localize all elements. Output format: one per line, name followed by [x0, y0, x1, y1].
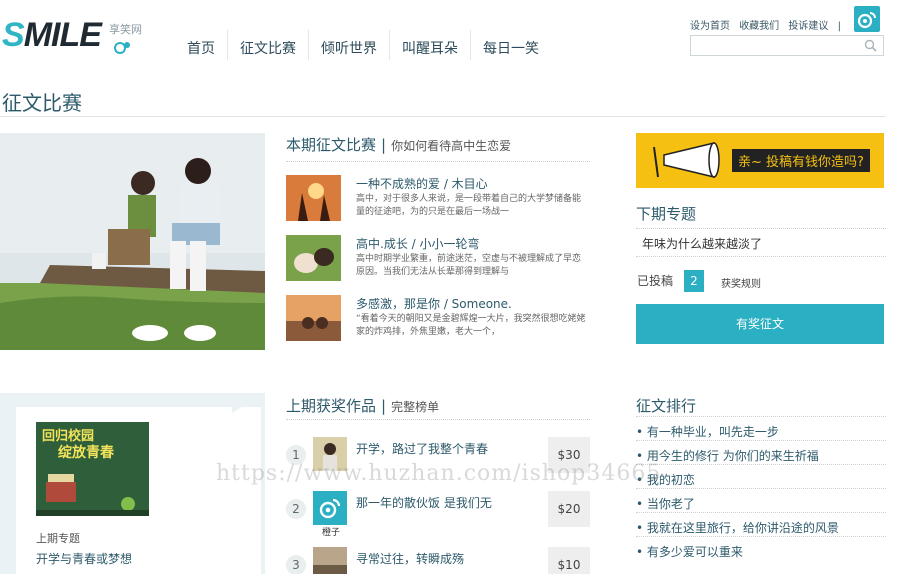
nav-daily[interactable]: 每日一笑 — [470, 30, 551, 60]
winner-title[interactable]: 开学，路过了我整个青春 — [356, 440, 488, 457]
ranking-item[interactable]: • 我的初恋 — [636, 464, 886, 488]
story-excerpt: 高中，对于很多人来说，是一段带着自己的大学梦储备能量的征途吧，为的只是在最后一场… — [356, 194, 582, 217]
submission-banner[interactable]: 亲~ 投稿有钱你造吗? — [636, 133, 884, 188]
story-item[interactable]: 一种不成熟的爱 / 木目心 高中，对于很多人来说，是一段带着自己的大学梦储备能量… — [286, 175, 586, 223]
logo-wordmark: SMILE — [2, 16, 102, 55]
hero-photo — [0, 133, 265, 350]
last-topic-label: 上期专题 — [36, 532, 80, 545]
author-name: 橙子 — [322, 528, 341, 538]
ranking-item[interactable]: • 用今生的修行 为你们的来生祈福 — [636, 440, 886, 464]
winner-row[interactable]: 2 橙子 那一年的散伙饭 是我们无 $20 — [286, 491, 590, 538]
ranking-item[interactable]: • 当你老了 — [636, 488, 886, 512]
ranking-title: 征文排行 — [636, 397, 697, 415]
next-topic-title: 下期专题 — [636, 205, 697, 223]
submitted-count-badge: 2 — [684, 270, 704, 292]
story-excerpt: 高中时期学业繁重，前途迷茫，空虚与不被理解成了早恋原因。当我们无法从长辈那得到理… — [356, 254, 582, 277]
ranking-item[interactable]: • 有一种毕业，叫先走一步 — [636, 416, 886, 440]
current-divider — [286, 161, 590, 162]
nav-listen[interactable]: 倾听世界 — [308, 30, 389, 60]
last-heading-text[interactable]: 上期获奖作品 — [286, 397, 376, 415]
next-divider-2 — [636, 256, 886, 257]
award-contest-button[interactable]: 有奖征文 — [636, 304, 884, 344]
award-rules-link[interactable]: 获奖规则 — [721, 275, 761, 290]
sunset-couple-photo — [286, 175, 341, 221]
rank-number: 2 — [286, 499, 306, 519]
story-excerpt: “看着今天的朝阳又是金碧辉煌一大片，我突然很想吃姥姥家的炸鸡排，外焦里嫩，老大一… — [356, 314, 586, 337]
heading-separator: | — [381, 397, 387, 415]
nav-contest[interactable]: 征文比赛 — [227, 30, 308, 60]
banner-text: 亲~ 投稿有钱你造吗? — [732, 149, 870, 172]
last-winners-heading: 上期获奖作品 | 完整榜单 — [286, 395, 439, 416]
weibo-button[interactable] — [854, 6, 880, 32]
panel-fold-corner — [232, 393, 265, 413]
story-item[interactable]: 高中.成长 / 小小一轮弯 高中时期学业繁重，前途迷茫，空虚与不被理解成了早恋原… — [286, 235, 586, 283]
ranking-list: • 有一种毕业，叫先走一步 • 用今生的修行 为你们的来生祈福 • 我的初恋 •… — [636, 416, 886, 560]
logo-cn: 享笑网 — [109, 23, 142, 36]
search-icon[interactable] — [864, 39, 877, 52]
current-contest-heading: 本期征文比赛 | 你如何看待高中生恋爱 — [286, 134, 511, 155]
ranking-item[interactable]: • 有多少爱可以重来 — [636, 536, 886, 560]
nav-wake[interactable]: 叫醒耳朵 — [389, 30, 470, 60]
site-logo[interactable]: SMILE 享笑网 — [2, 10, 162, 60]
next-divider — [636, 228, 886, 229]
author-avatar[interactable] — [313, 547, 347, 574]
weibo-icon — [857, 12, 876, 29]
next-topic-item[interactable]: 年味为什么越来越淡了 — [642, 235, 762, 252]
winner-row[interactable]: 3 寻常过往，转瞬成殇 $10 — [286, 547, 590, 574]
logo-swirl-icon — [114, 42, 130, 54]
heading-separator: | — [381, 136, 387, 154]
current-heading-text[interactable]: 本期征文比赛 — [286, 136, 376, 154]
watermark-text: https://www.huzhan.com/ishop34665 — [216, 461, 662, 486]
full-ranking-link[interactable]: 完整榜单 — [391, 400, 439, 414]
poster-art — [36, 474, 149, 516]
last-topic-theme[interactable]: 开学与青春或梦想 — [36, 550, 132, 567]
landscape-avatar — [313, 547, 347, 574]
link-set-home[interactable]: 设为首页 — [690, 21, 730, 32]
ranking-item[interactable]: • 我就在这里旅行，给你讲沿途的风景 — [636, 512, 886, 536]
lying-couple-photo — [286, 235, 341, 281]
story-thumbnail[interactable] — [286, 235, 341, 281]
winner-title[interactable]: 那一年的散伙饭 是我们无 — [356, 494, 492, 511]
title-divider — [0, 116, 886, 117]
winner-title[interactable]: 寻常过往，转瞬成殇 — [356, 550, 464, 567]
current-topic: 你如何看待高中生恋爱 — [391, 139, 512, 153]
last-divider — [286, 419, 590, 420]
sunset-field-photo — [286, 295, 341, 341]
story-title[interactable]: 多感激，那是你 / Someone. — [356, 295, 512, 312]
main-nav: 首页 征文比赛 倾听世界 叫醒耳朵 每日一笑 — [175, 30, 551, 60]
prize-amount: $20 — [548, 491, 590, 527]
story-title[interactable]: 一种不成熟的爱 / 木目心 — [356, 175, 488, 192]
story-thumbnail[interactable] — [286, 175, 341, 221]
hero-image[interactable] — [0, 133, 265, 350]
link-divider: | — [837, 21, 841, 32]
story-item[interactable]: 多感激，那是你 / Someone. “看着今天的朝阳又是金碧辉煌一大片，我突然… — [286, 295, 586, 343]
author-avatar[interactable] — [313, 491, 347, 525]
logo-s: S — [2, 16, 25, 54]
link-bookmark[interactable]: 收藏我们 — [739, 21, 779, 32]
top-links: 设为首页 收藏我们 投诉建议 | — [690, 17, 847, 32]
nav-home[interactable]: 首页 — [175, 30, 227, 60]
search-input[interactable] — [690, 35, 884, 56]
prize-amount: $10 — [548, 547, 590, 574]
weibo-avatar-icon — [319, 498, 341, 519]
story-title[interactable]: 高中.成长 / 小小一轮弯 — [356, 235, 480, 252]
page-title: 征文比赛 — [2, 91, 82, 115]
rank-number: 3 — [286, 555, 306, 574]
link-feedback[interactable]: 投诉建议 — [788, 21, 828, 32]
logo-rest: MILE — [23, 16, 102, 54]
submitted-label: 已投稿 — [637, 274, 674, 288]
last-topic-poster[interactable]: 回归校园 绽放青春 — [36, 422, 149, 516]
story-thumbnail[interactable] — [286, 295, 341, 341]
